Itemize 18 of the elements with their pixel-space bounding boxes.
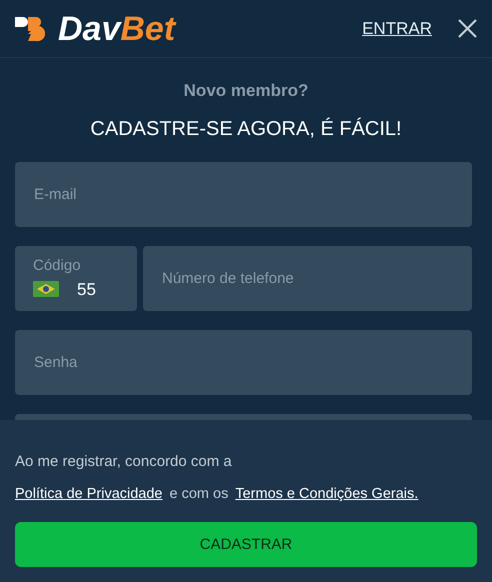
code-label: Código	[33, 256, 82, 276]
brazil-flag-icon	[33, 281, 59, 298]
brand-name: DavBet	[58, 12, 176, 46]
phone-field[interactable]: Número de telefone	[143, 246, 472, 310]
title: CADASTRE-SE AGORA, É FÁCIL!	[90, 116, 402, 142]
privacy-link[interactable]: Política de Privacidade	[15, 484, 162, 506]
joiner-text: e com os	[170, 484, 228, 504]
submit-button[interactable]: CADASTRAR	[15, 522, 477, 568]
code-value: 55	[77, 278, 96, 300]
consent-text: Ao me registrar, concordo com a	[15, 452, 233, 472]
subtitle: Novo membro?	[184, 80, 308, 102]
input-field[interactable]: Senha	[15, 330, 472, 394]
country-code-field[interactable]: Código 55	[15, 246, 137, 310]
login-link[interactable]: ENTRAR	[362, 16, 432, 42]
terms-link[interactable]: Termos e Condições Gerais.	[235, 484, 418, 506]
logo-mark-icon	[15, 14, 45, 42]
input-field[interactable]: E-mail	[15, 162, 472, 226]
close-icon[interactable]	[458, 19, 477, 38]
